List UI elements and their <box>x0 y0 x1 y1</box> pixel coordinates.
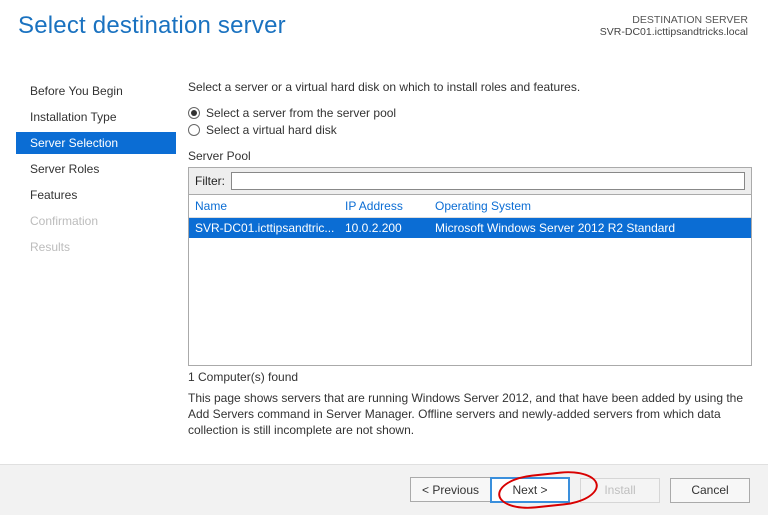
radio-icon <box>188 124 200 136</box>
destination-value: SVR-DC01.icttipsandtricks.local <box>600 26 748 38</box>
next-button[interactable]: Next > <box>490 477 570 503</box>
col-header-name[interactable]: Name <box>195 199 345 213</box>
filter-label: Filter: <box>195 174 225 188</box>
cell-name: SVR-DC01.icttipsandtric... <box>195 221 345 235</box>
step-confirmation: Confirmation <box>16 210 176 232</box>
server-pool-label: Server Pool <box>188 149 752 163</box>
footer: < Previous Next > Install Cancel <box>0 464 768 515</box>
header: Select destination server DESTINATION SE… <box>0 0 768 72</box>
radio-virtual-hard-disk[interactable]: Select a virtual hard disk <box>188 123 752 137</box>
destination-block: DESTINATION SERVER SVR-DC01.icttipsandtr… <box>600 14 748 38</box>
step-before-you-begin[interactable]: Before You Begin <box>16 80 176 102</box>
radio-server-pool[interactable]: Select a server from the server pool <box>188 106 752 120</box>
cell-os: Microsoft Windows Server 2012 R2 Standar… <box>435 221 745 235</box>
step-results: Results <box>16 236 176 258</box>
step-installation-type[interactable]: Installation Type <box>16 106 176 128</box>
main-panel: Select a server or a virtual hard disk o… <box>188 76 752 456</box>
radio-label: Select a server from the server pool <box>206 106 396 120</box>
step-server-roles[interactable]: Server Roles <box>16 158 176 180</box>
destination-label: DESTINATION SERVER <box>600 14 748 26</box>
intro-text: Select a server or a virtual hard disk o… <box>188 80 752 94</box>
info-note: This page shows servers that are running… <box>188 390 752 439</box>
table-header: Name IP Address Operating System <box>189 195 751 218</box>
prev-next-group: < Previous Next > <box>410 477 570 503</box>
table-row[interactable]: SVR-DC01.icttipsandtric... 10.0.2.200 Mi… <box>189 218 751 238</box>
server-pool-table: Name IP Address Operating System SVR-DC0… <box>188 195 752 366</box>
install-button: Install <box>580 478 660 503</box>
previous-button[interactable]: < Previous <box>410 477 490 502</box>
sidebar: Before You Begin Installation Type Serve… <box>16 76 176 456</box>
filter-input[interactable] <box>231 172 745 190</box>
filter-bar: Filter: <box>188 167 752 195</box>
step-server-selection[interactable]: Server Selection <box>16 132 176 154</box>
radio-icon <box>188 107 200 119</box>
cancel-button[interactable]: Cancel <box>670 478 750 503</box>
col-header-os[interactable]: Operating System <box>435 199 745 213</box>
col-header-ip[interactable]: IP Address <box>345 199 435 213</box>
computers-found-text: 1 Computer(s) found <box>188 370 752 384</box>
body: Before You Begin Installation Type Serve… <box>0 72 768 456</box>
radio-label: Select a virtual hard disk <box>206 123 337 137</box>
cell-ip: 10.0.2.200 <box>345 221 435 235</box>
step-features[interactable]: Features <box>16 184 176 206</box>
wizard-window: Select destination server DESTINATION SE… <box>0 0 768 515</box>
